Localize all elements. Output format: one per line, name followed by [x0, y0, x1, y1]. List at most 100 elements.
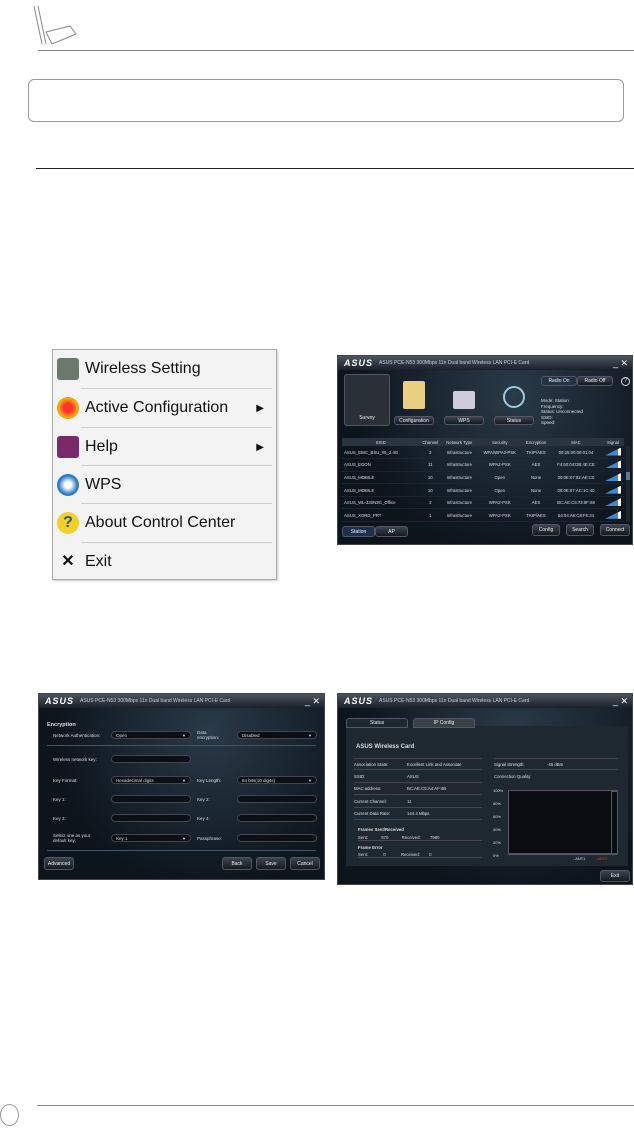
menu-item-wireless-setting[interactable]: Wireless Setting — [53, 350, 276, 388]
close-button[interactable]: ✕ — [620, 358, 628, 369]
label: Key Format: — [53, 778, 78, 783]
exit-button[interactable]: Exit — [600, 870, 630, 882]
nav-status[interactable]: Status — [494, 416, 534, 425]
y-tick-label: 60% — [493, 814, 502, 819]
legend-ant1: - ANT1 — [573, 856, 586, 861]
ant2-line — [509, 853, 617, 854]
label: Key 2: — [197, 797, 210, 802]
status-window: ASUS ASUS PCE-N53 300Mbps 11n Dual band W… — [337, 693, 633, 885]
configuration-icon — [403, 381, 425, 409]
save-button[interactable]: Save — [256, 857, 286, 870]
wireless-key-input[interactable] — [111, 755, 191, 763]
cell: ASUS_XORD_PRT — [342, 508, 420, 523]
label: Exit — [610, 873, 620, 879]
frames-row: Sent: 970 Received: 7980 — [358, 835, 482, 841]
key3-input[interactable] — [111, 814, 191, 822]
network-row[interactable]: ASUS_XORD_PRT 1 Infrastructure WPA2-PSK TKIP… — [342, 508, 624, 523]
cell: 00:0E:07:82:AE:C0 — [550, 471, 602, 485]
cell: AES — [522, 496, 551, 510]
menu-item-wps[interactable]: WPS — [53, 466, 276, 504]
nav-survey[interactable]: Survey — [344, 374, 390, 426]
label: Key 3: — [53, 816, 66, 821]
minimize-button[interactable]: _ — [613, 696, 618, 706]
signal-bars-icon — [604, 510, 621, 519]
label: Config — [538, 527, 554, 533]
status-field-row: Current Data Rate: 144.4 Mbps — [354, 808, 482, 820]
key2-input[interactable] — [237, 795, 317, 803]
advanced-button[interactable]: Advanced — [44, 857, 74, 870]
close-button[interactable]: ✕ — [312, 696, 320, 707]
exit-x-icon: ✕ — [61, 553, 75, 570]
label: Current Data Rate: — [354, 811, 391, 816]
label: Wireless network key: — [53, 757, 97, 762]
nav-wps[interactable]: WPS — [444, 416, 484, 425]
help-icon[interactable]: ? — [621, 377, 630, 386]
nav-label: WPS — [458, 417, 470, 424]
value: 11 — [407, 798, 412, 804]
network-row[interactable]: ASUS_MOBILE 10 Infrastructure Open None 00:0E… — [342, 483, 624, 497]
cell: WPA2-PSK — [477, 508, 523, 523]
radio-off-button[interactable]: Radio Off — [577, 376, 613, 386]
menu-item-help[interactable]: Help ▶ — [53, 428, 276, 466]
menu-item-exit[interactable]: ✕ Exit — [53, 543, 276, 581]
close-button[interactable]: ✕ — [620, 696, 628, 707]
data-encryption-select[interactable]: Disabled — [237, 731, 317, 739]
config-button[interactable]: Config — [532, 524, 560, 536]
network-row[interactable]: ASUS_MOBILE 10 Infrastructure Open None 00:0E… — [342, 471, 624, 485]
column-header[interactable]: Network Type — [441, 438, 478, 446]
cancel-button[interactable]: Cancel — [290, 857, 320, 870]
label: SSID: — [354, 773, 366, 779]
minimize-button[interactable]: _ — [613, 358, 618, 368]
key-format-select[interactable]: Hexadecimal digits — [111, 776, 191, 784]
network-row[interactable]: ASUS_WL-330N3G_Office 2 Infrastructure WPA2… — [342, 496, 624, 510]
column-header[interactable]: SSID — [342, 438, 420, 446]
value: 7980 — [429, 835, 440, 840]
value: Hexadecimal digits — [116, 777, 154, 783]
column-header[interactable]: MAC — [550, 438, 602, 446]
value: Key 1 — [116, 835, 128, 841]
scrollbar-thumb[interactable] — [626, 472, 630, 480]
cell: 11 — [419, 458, 442, 472]
nav-label: Survey — [359, 415, 375, 421]
ant2-line — [611, 791, 612, 854]
key-length-select[interactable]: 64 bits(10 digits) — [237, 776, 317, 784]
default-key-select[interactable]: Key 1 — [111, 834, 191, 842]
label: Connection Quality: — [494, 774, 532, 779]
key4-input[interactable] — [237, 814, 317, 822]
station-tab[interactable]: Station — [342, 526, 375, 537]
value: ASUS — [407, 773, 419, 779]
tab-status[interactable]: Status — [346, 718, 408, 728]
error-row: Sent: 0 Received: 0 — [358, 852, 482, 858]
back-button[interactable]: Back — [222, 857, 252, 870]
scrollbar[interactable] — [626, 446, 630, 522]
cell: None — [522, 471, 551, 485]
signal-bars-icon — [604, 447, 621, 456]
menu-item-about[interactable]: ? About Control Center — [53, 504, 276, 542]
search-button[interactable]: Search — [566, 524, 594, 536]
status-line: Status: Unconnected — [541, 409, 583, 414]
column-header[interactable]: Security — [477, 438, 523, 446]
network-row[interactable]: ASUS_EBIC_BSU_#5_2.4G 2 Infrastructure WPA/… — [342, 446, 624, 460]
nav-configuration[interactable]: Configuration — [394, 416, 434, 425]
cell: WPA/WPA2-PSK — [477, 446, 523, 460]
cell: F4:60:04:DB:4E:CE — [550, 458, 602, 472]
column-header[interactable]: Encryption — [522, 438, 551, 446]
wps-icon — [57, 474, 79, 496]
passphrase-input[interactable] — [237, 834, 317, 842]
radio-on-button[interactable]: Radio On — [541, 376, 577, 386]
ap-tab[interactable]: AP — [375, 526, 408, 537]
connect-button[interactable]: Connect — [600, 524, 630, 536]
key1-input[interactable] — [111, 795, 191, 803]
status-line: Speed: — [541, 420, 556, 425]
menu-label: About Control Center — [85, 514, 236, 531]
minimize-button[interactable]: _ — [305, 696, 310, 706]
value: 970 — [381, 835, 389, 840]
title-bar: ASUS ASUS PCE-N53 300Mbps 11n Dual band W… — [338, 356, 632, 370]
network-auth-select[interactable]: Open — [111, 731, 191, 739]
tab-ip-config[interactable]: IP Config — [413, 718, 475, 728]
column-header[interactable]: Signal — [601, 438, 624, 446]
cell: TKIP/AES — [522, 508, 551, 523]
column-header[interactable]: Channel — [419, 438, 442, 446]
network-row[interactable]: ASUS_EGON 11 Infrastructure WPA2-PSK AES F4:6… — [342, 458, 624, 472]
menu-item-active-configuration[interactable]: Active Configuration ▶ — [53, 389, 276, 427]
